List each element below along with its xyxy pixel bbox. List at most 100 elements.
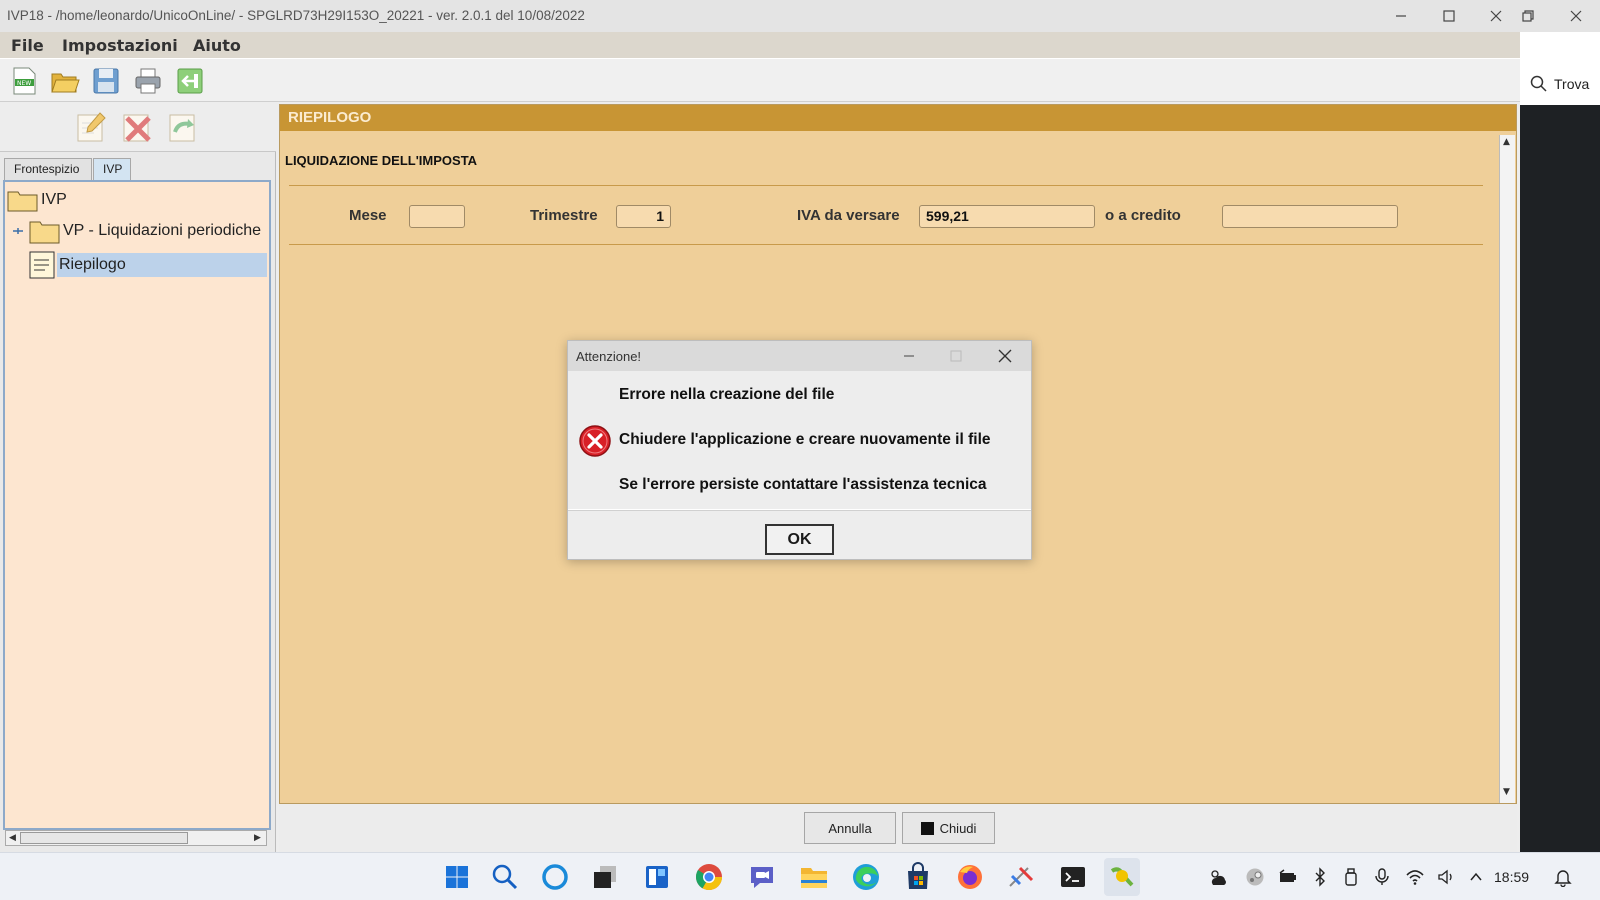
clock[interactable]: 18:59 <box>1494 869 1529 885</box>
weather-icon <box>1211 870 1226 885</box>
edge-button[interactable] <box>850 861 882 893</box>
maximize-icon <box>950 350 962 362</box>
volume-icon <box>1438 869 1452 885</box>
menu-file[interactable]: File <box>11 36 44 55</box>
wifi-button[interactable] <box>1405 867 1425 887</box>
close-icon <box>1570 10 1582 22</box>
microphone-icon <box>1375 868 1389 885</box>
annulla-button[interactable]: Annulla <box>804 812 896 844</box>
app-button[interactable] <box>1005 861 1037 893</box>
svg-text:NEW: NEW <box>17 80 31 87</box>
trova-label: Trova <box>1554 76 1590 92</box>
app-icon <box>1009 866 1034 887</box>
main-vertical-scrollbar[interactable]: ▲ ▼ <box>1499 135 1515 803</box>
file-explorer-button[interactable] <box>798 861 830 893</box>
open-folder-icon <box>51 73 80 93</box>
task-view-button[interactable] <box>589 861 621 893</box>
teams-chat-button[interactable] <box>746 861 778 893</box>
expand-handle-icon <box>13 228 23 234</box>
tab-frontespizio[interactable]: Frontespizio <box>4 158 92 180</box>
cortana-button[interactable] <box>539 861 571 893</box>
scroll-left-icon[interactable]: ◀ <box>9 833 16 843</box>
ivp-app-button[interactable] <box>1104 858 1140 896</box>
tree-horizontal-scrollbar[interactable]: ◀ ▶ <box>5 830 267 846</box>
toolbar: NEW <box>0 58 1520 102</box>
open-button[interactable] <box>50 66 80 96</box>
chrome-button[interactable] <box>693 861 725 893</box>
menu-aiuto[interactable]: Aiuto <box>193 36 241 55</box>
battery-button[interactable] <box>1278 867 1298 887</box>
volume-button[interactable] <box>1436 867 1456 887</box>
microphone-button[interactable] <box>1372 867 1392 887</box>
edit-button[interactable] <box>74 110 108 144</box>
refresh-button[interactable] <box>166 110 200 144</box>
ok-button[interactable]: OK <box>765 524 834 555</box>
taskbar-search-button[interactable] <box>489 861 521 893</box>
dialog-separator <box>568 509 1031 511</box>
tree-label: VP - Liquidazioni periodiche <box>63 222 262 239</box>
print-button[interactable] <box>133 66 163 96</box>
left-tools <box>0 104 276 152</box>
notifications-button[interactable] <box>1553 867 1573 887</box>
restore-icon <box>1522 10 1534 22</box>
menu-impostazioni[interactable]: Impostazioni <box>62 36 178 55</box>
tray-overflow-button[interactable] <box>1466 867 1486 887</box>
document-icon <box>29 251 55 279</box>
trimestre-label: Trimestre <box>530 207 598 224</box>
teams-chat-icon <box>751 867 773 888</box>
tab-ivp[interactable]: IVP <box>93 158 131 180</box>
scroll-down-icon[interactable]: ▼ <box>1503 787 1510 797</box>
minimize-icon <box>1396 15 1406 17</box>
side-close-button[interactable] <box>1559 3 1593 29</box>
close-icon[interactable] <box>998 349 1012 363</box>
minimize-button[interactable] <box>1384 3 1418 29</box>
delete-button[interactable] <box>120 110 154 144</box>
new-file-button[interactable]: NEW <box>9 66 39 96</box>
trova-search[interactable]: Trova <box>1530 75 1589 93</box>
left-panel: Frontespizio IVP IVP VP - Liquidazioni p… <box>0 104 276 852</box>
terminal-button[interactable] <box>1057 861 1089 893</box>
maximize-button[interactable] <box>1432 3 1466 29</box>
start-button[interactable] <box>441 861 473 893</box>
tree-node-ivp[interactable]: IVP <box>7 188 69 212</box>
steam-button[interactable] <box>1245 867 1265 887</box>
save-button[interactable] <box>91 66 121 96</box>
restore-button[interactable] <box>1511 3 1545 29</box>
close-button[interactable] <box>1479 3 1513 29</box>
folder-icon <box>7 191 38 212</box>
minimize-icon[interactable] <box>903 350 915 362</box>
section-title: LIQUIDAZIONE DELL'IMPOSTA <box>285 153 478 168</box>
stop-icon <box>920 821 934 835</box>
bluetooth-button[interactable] <box>1310 867 1330 887</box>
title-bar: IVP18 - /home/leonardo/UnicoOnLine/ - SP… <box>0 0 1600 32</box>
exit-icon <box>177 68 203 94</box>
scroll-up-icon[interactable]: ▲ <box>1503 137 1510 147</box>
widgets-button[interactable] <box>641 861 673 893</box>
wifi-icon <box>1406 870 1424 885</box>
credito-field[interactable] <box>1222 205 1398 228</box>
trimestre-field[interactable]: 1 <box>616 205 671 228</box>
mese-field[interactable] <box>409 205 465 228</box>
usb-icon <box>1345 868 1357 886</box>
tree-node-vp[interactable]: VP - Liquidazioni periodiche <box>11 218 263 244</box>
mese-label: Mese <box>349 207 387 224</box>
bluetooth-icon <box>1315 867 1325 887</box>
annulla-label: Annulla <box>828 820 872 836</box>
divider <box>289 244 1483 245</box>
iva-da-versare-field[interactable]: 599,21 <box>919 205 1095 228</box>
firefox-button[interactable] <box>954 861 986 893</box>
tree-label: IVP <box>41 191 67 208</box>
weather-button[interactable] <box>1208 867 1228 887</box>
chevron-up-icon <box>1470 872 1482 881</box>
store-button[interactable] <box>902 861 934 893</box>
scroll-thumb[interactable] <box>20 832 188 844</box>
exit-button[interactable] <box>175 66 205 96</box>
scroll-right-icon[interactable]: ▶ <box>254 833 261 843</box>
bottom-bar: Annulla Chiudi <box>279 804 1517 852</box>
tree-node-riepilogo[interactable]: Riepilogo <box>27 250 267 280</box>
chiudi-button[interactable]: Chiudi <box>902 812 995 844</box>
widgets-icon <box>646 866 668 888</box>
bell-icon <box>1554 870 1572 887</box>
search-icon <box>492 864 518 890</box>
usb-button[interactable] <box>1341 867 1361 887</box>
